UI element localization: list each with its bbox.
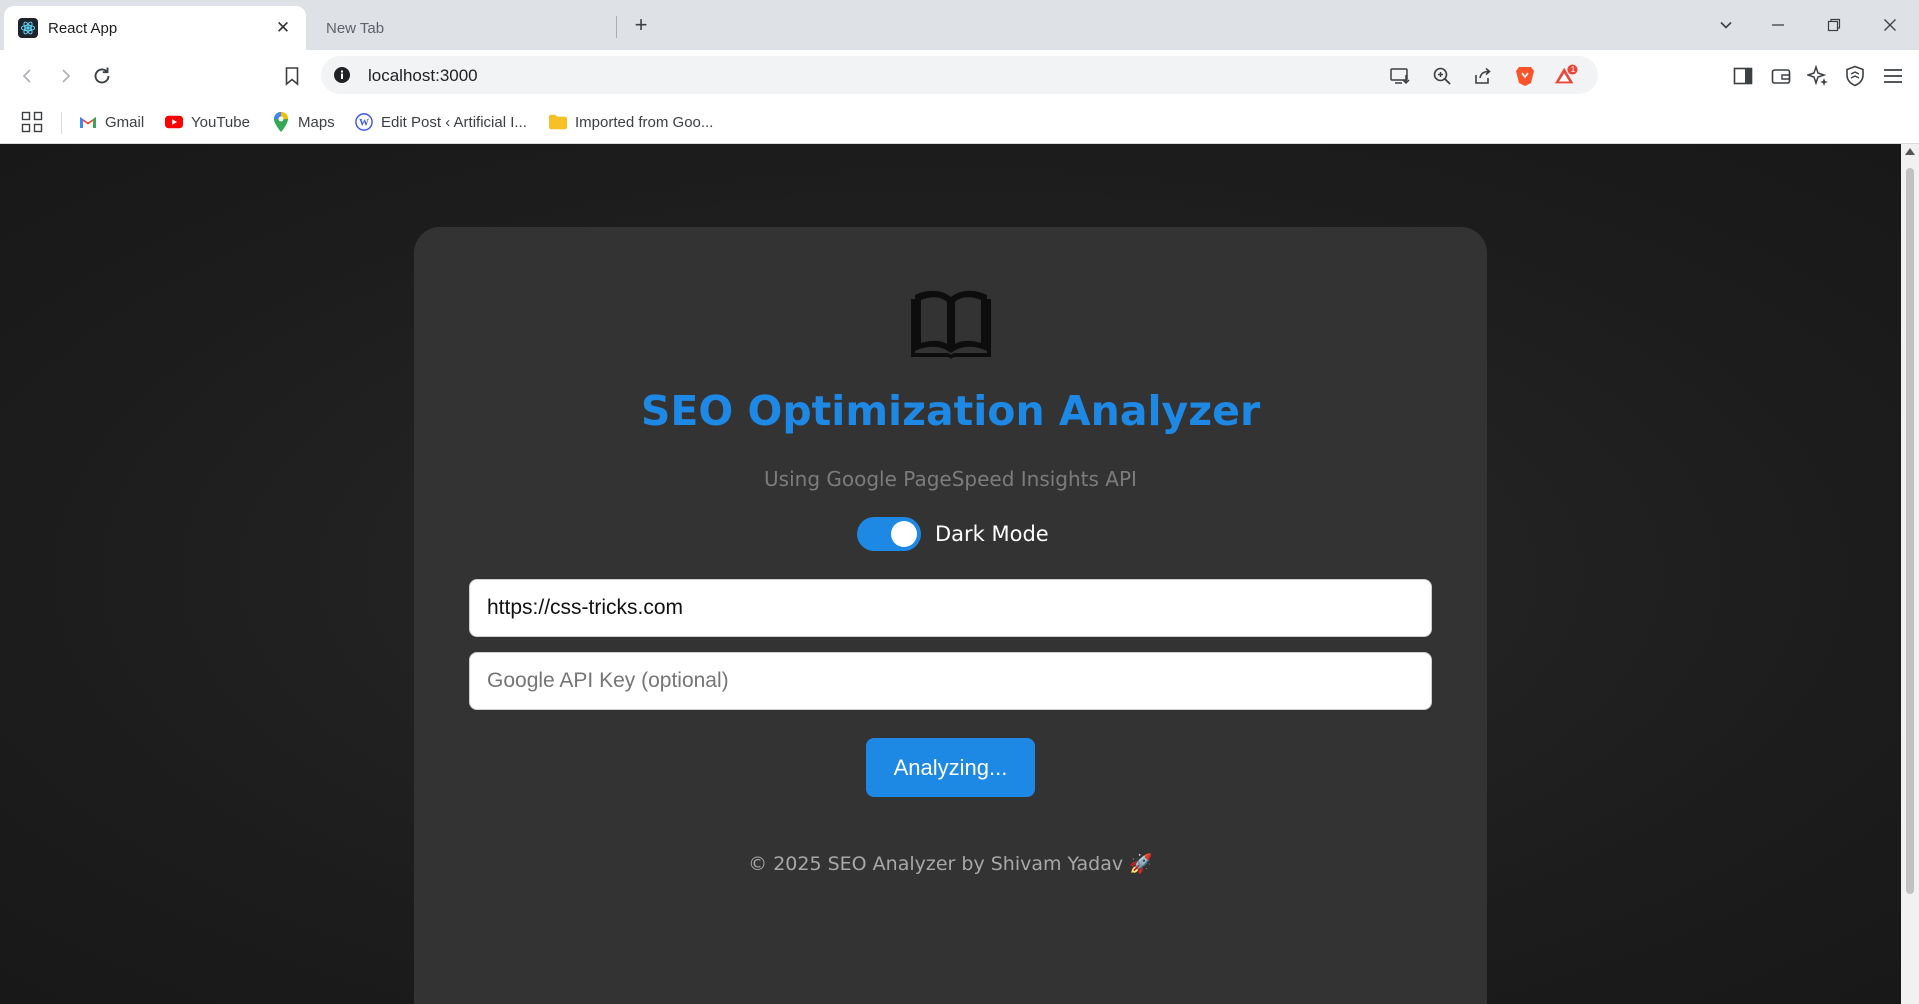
react-icon	[18, 18, 38, 38]
bookmark-edit-post[interactable]: W Edit Post ‹ Artificial I...	[355, 110, 527, 134]
tab-react-app[interactable]: React App ✕	[4, 6, 306, 50]
footer-credit: © 2025 SEO Analyzer by Shivam Yadav 🚀	[748, 853, 1153, 875]
tab-title: New Tab	[326, 19, 385, 37]
page-subtitle: Using Google PageSpeed Insights API	[764, 467, 1137, 491]
open-book-icon	[911, 287, 991, 359]
bookmark-youtube[interactable]: YouTube	[165, 110, 250, 134]
leo-ai-icon[interactable]	[1805, 63, 1831, 89]
bookmark-icon[interactable]	[279, 63, 305, 89]
analyzer-card: SEO Optimization Analyzer Using Google P…	[414, 227, 1487, 1004]
share-icon[interactable]	[1471, 64, 1495, 88]
scrollbar-thumb[interactable]	[1906, 168, 1914, 894]
youtube-icon	[165, 113, 183, 131]
dark-mode-label: Dark Mode	[935, 522, 1049, 546]
bookmark-label: Gmail	[105, 113, 145, 131]
page-viewport: SEO Optimization Analyzer Using Google P…	[0, 144, 1901, 1004]
brave-rewards-icon[interactable]: 1	[1554, 64, 1578, 88]
tab-divider	[616, 16, 617, 38]
address-url[interactable]: localhost:3000	[368, 66, 478, 86]
bookmark-label: Imported from Goo...	[575, 113, 714, 131]
bookmark-label: Maps	[298, 113, 335, 131]
tab-strip: React App ✕ New Tab +	[0, 0, 1919, 50]
bookmarks-bar: Gmail YouTube Maps W Edit Post ‹ Artific…	[0, 100, 1919, 144]
restore-icon[interactable]	[1814, 10, 1854, 40]
page-scrollbar[interactable]	[1901, 144, 1919, 1004]
close-window-icon[interactable]	[1870, 10, 1910, 40]
analyze-button[interactable]: Analyzing...	[866, 738, 1035, 797]
dark-mode-toggle-row: Dark Mode	[857, 517, 1049, 551]
tab-title: React App	[48, 19, 118, 37]
forward-icon[interactable]	[52, 63, 78, 89]
scroll-up-arrow-icon[interactable]	[1905, 148, 1915, 155]
back-icon[interactable]	[15, 63, 41, 89]
bookmark-label: Edit Post ‹ Artificial I...	[381, 113, 527, 131]
site-info-icon[interactable]	[333, 66, 351, 84]
vpn-shield-icon[interactable]	[1842, 63, 1868, 89]
folder-icon	[549, 113, 567, 131]
sidebar-icon[interactable]	[1730, 63, 1756, 89]
maps-pin-icon	[272, 112, 290, 132]
brave-shield-icon[interactable]	[1513, 64, 1537, 88]
close-tab-icon[interactable]: ✕	[274, 18, 292, 37]
tab-search-chevron-icon[interactable]	[1706, 10, 1746, 40]
tab-new-tab[interactable]: New Tab	[310, 6, 616, 50]
bookmark-gmail[interactable]: Gmail	[79, 110, 144, 134]
page-title: SEO Optimization Analyzer	[640, 387, 1261, 435]
bookmark-label: YouTube	[191, 113, 250, 131]
new-tab-button[interactable]: +	[628, 12, 654, 38]
api-key-input[interactable]	[469, 652, 1432, 710]
bookmark-maps[interactable]: Maps	[272, 110, 335, 134]
svg-text:W: W	[359, 118, 369, 129]
switch-knob	[891, 521, 917, 547]
gmail-icon	[79, 113, 97, 131]
menu-icon[interactable]	[1880, 63, 1906, 89]
wordpress-icon: W	[355, 113, 373, 131]
bookmark-folder-imported[interactable]: Imported from Goo...	[549, 110, 713, 134]
reload-icon[interactable]	[89, 63, 115, 89]
minimize-icon[interactable]	[1758, 10, 1798, 40]
dark-mode-switch[interactable]	[857, 517, 921, 551]
address-bar[interactable]: localhost:3000 1	[321, 56, 1598, 94]
install-app-icon[interactable]	[1388, 64, 1412, 88]
url-input[interactable]	[469, 579, 1432, 637]
bookmarks-divider	[61, 112, 62, 134]
wallet-icon[interactable]	[1768, 63, 1794, 89]
browser-toolbar: localhost:3000 1	[0, 50, 1919, 100]
zoom-icon[interactable]	[1430, 64, 1454, 88]
apps-grid-icon[interactable]	[21, 110, 43, 134]
rewards-badge: 1	[1570, 65, 1576, 74]
